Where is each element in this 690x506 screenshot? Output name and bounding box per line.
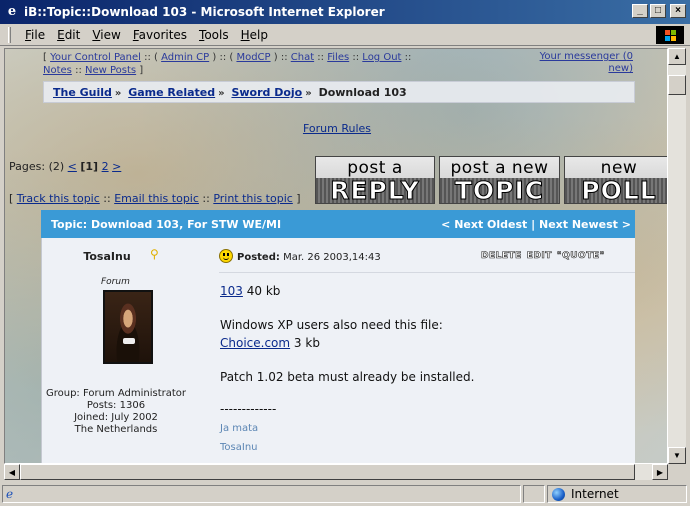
xp-note: Windows XP users also need this file: <box>220 318 443 332</box>
link-admin-cp[interactable]: Admin CP <box>161 52 209 63</box>
post-date: Mar. 26 2003,14:43 <box>283 252 381 263</box>
minimize-icon[interactable]: _ <box>632 4 648 18</box>
pagination: Pages: (2) < [1] 2 > <box>9 160 121 173</box>
menu-view[interactable]: View <box>86 28 126 42</box>
messenger-link[interactable]: Your messenger (0 new) <box>513 51 633 75</box>
delete-button[interactable]: DELETE <box>481 251 522 262</box>
menu-file[interactable]: File <box>19 28 51 42</box>
breadcrumb-sword-dojo[interactable]: Sword Dojo <box>231 86 302 99</box>
new-poll-button[interactable]: new POLL <box>564 156 667 204</box>
file2-size: 3 kb <box>293 336 320 350</box>
quote-button[interactable]: "QUOTE" <box>557 251 605 262</box>
file1-link[interactable]: 103 <box>220 284 243 298</box>
forum-rules-link[interactable]: Forum Rules <box>303 122 371 135</box>
next-oldest-link[interactable]: Next Oldest <box>454 218 527 231</box>
link-notes[interactable]: Notes <box>43 65 72 76</box>
file1-line: 103 40 kb <box>220 284 280 298</box>
topic-links: [ Track this topic :: Email this topic :… <box>9 192 301 205</box>
post-date-line: Posted: Mar. 26 2003,14:43 <box>219 249 381 263</box>
windows-logo-icon <box>656 26 684 44</box>
scroll-right-icon[interactable]: ▶ <box>652 464 668 480</box>
topic-title: Topic: Download 103, For STW WE/MI <box>51 218 282 231</box>
pages-2[interactable]: 2 <box>102 160 109 173</box>
file2-line: Choice.com 3 kb <box>220 336 320 350</box>
topic-nav: < Next Oldest | Next Newest > <box>441 218 631 231</box>
author-posts: Posts: 1306 <box>86 400 146 411</box>
next-newest-link[interactable]: Next Newest <box>539 218 618 231</box>
vertical-scroll-thumb[interactable] <box>668 75 686 95</box>
forum-rules: Forum Rules <box>5 122 667 135</box>
horizontal-scrollbar[interactable]: ◀ ▶ <box>4 464 668 480</box>
link-modcp[interactable]: ModCP <box>236 52 270 63</box>
link-new-posts[interactable]: New Posts <box>85 65 136 76</box>
scroll-up-icon[interactable]: ▲ <box>668 48 686 65</box>
post-author[interactable]: TosaInu <box>53 250 161 263</box>
patch-note: Patch 1.02 beta must already be installe… <box>220 370 475 384</box>
file1-size: 40 kb <box>246 284 281 298</box>
menu-edit[interactable]: Edit <box>51 28 86 42</box>
maximize-icon[interactable]: □ <box>650 4 666 18</box>
author-location: The Netherlands <box>74 424 158 435</box>
title-bar: e iB::Topic::Download 103 - Microsoft In… <box>0 0 690 24</box>
status-bar: ℯ Internet <box>0 482 690 506</box>
internet-globe-icon <box>552 487 565 501</box>
link-control-panel[interactable]: Your Control Panel <box>50 52 141 63</box>
ie-icon: e <box>7 4 17 19</box>
edit-button[interactable]: EDIT <box>526 251 552 262</box>
author-joined: Joined: July 2002 <box>74 412 158 423</box>
print-topic-link[interactable]: Print this topic <box>213 192 293 205</box>
author-role: Forum <box>101 277 130 287</box>
window-controls: _ □ × <box>632 4 686 18</box>
pages-next[interactable]: > <box>112 160 121 173</box>
scroll-left-icon[interactable]: ◀ <box>4 464 20 480</box>
post-divider <box>219 272 635 273</box>
signature-separator: ------------- <box>220 402 277 416</box>
avatar <box>103 290 153 364</box>
topic-header: Topic: Download 103, For STW WE/MI < Nex… <box>41 210 635 238</box>
signature-line-2: TosaInu <box>220 442 258 453</box>
menu-tools[interactable]: Tools <box>193 28 235 42</box>
link-chat[interactable]: Chat <box>291 52 314 63</box>
status-text-pane: ℯ <box>2 485 521 503</box>
horizontal-scroll-thumb[interactable] <box>20 464 635 480</box>
scroll-corner <box>668 464 686 480</box>
breadcrumb: The Guild» Game Related» Sword Dojo» Dow… <box>43 81 635 103</box>
page-viewport: [ Your Control Panel :: ( Admin CP ) :: … <box>4 48 668 464</box>
status-pane-2 <box>523 485 545 503</box>
email-topic-link[interactable]: Email this topic <box>114 192 199 205</box>
author-group: Group: Forum Administrator <box>45 388 187 399</box>
page-icon: ℯ <box>6 487 14 501</box>
new-topic-button[interactable]: post a new TOPIC <box>439 156 560 204</box>
file2-link[interactable]: Choice.com <box>220 336 290 350</box>
toolbar-grip[interactable] <box>8 26 11 43</box>
author-info: Group: Forum Administrator Posts: 1306 J… <box>41 388 191 436</box>
signature-line-1: Ja mata <box>220 423 259 434</box>
star-icon: ⚲ <box>150 247 159 261</box>
menu-bar: File Edit View Favorites Tools Help <box>0 24 690 46</box>
vertical-scrollbar[interactable]: ▲ ▼ <box>668 48 686 464</box>
zone-label: Internet <box>571 487 619 501</box>
top-nav: [ Your Control Panel :: ( Admin CP ) :: … <box>43 52 412 76</box>
link-log-out[interactable]: Log Out <box>362 52 401 63</box>
pages-prev[interactable]: < <box>68 160 77 173</box>
breadcrumb-current: Download 103 <box>318 86 407 99</box>
post-actions: DELETE EDIT "QUOTE" <box>481 251 610 262</box>
breadcrumb-game-related[interactable]: Game Related <box>128 86 215 99</box>
window-title: iB::Topic::Download 103 - Microsoft Inte… <box>24 5 385 19</box>
pages-current: [1] <box>80 160 99 173</box>
smiley-icon <box>219 249 233 263</box>
menu-favorites[interactable]: Favorites <box>127 28 193 42</box>
breadcrumb-the-guild[interactable]: The Guild <box>53 86 112 99</box>
zone-pane: Internet <box>547 485 687 503</box>
pages-label: Pages: (2) <box>9 160 65 173</box>
link-files[interactable]: Files <box>327 52 349 63</box>
track-topic-link[interactable]: Track this topic <box>17 192 100 205</box>
close-icon[interactable]: × <box>670 4 686 18</box>
menu-help[interactable]: Help <box>235 28 274 42</box>
scroll-down-icon[interactable]: ▼ <box>668 447 686 464</box>
post-reply-button[interactable]: post a REPLY <box>315 156 435 204</box>
